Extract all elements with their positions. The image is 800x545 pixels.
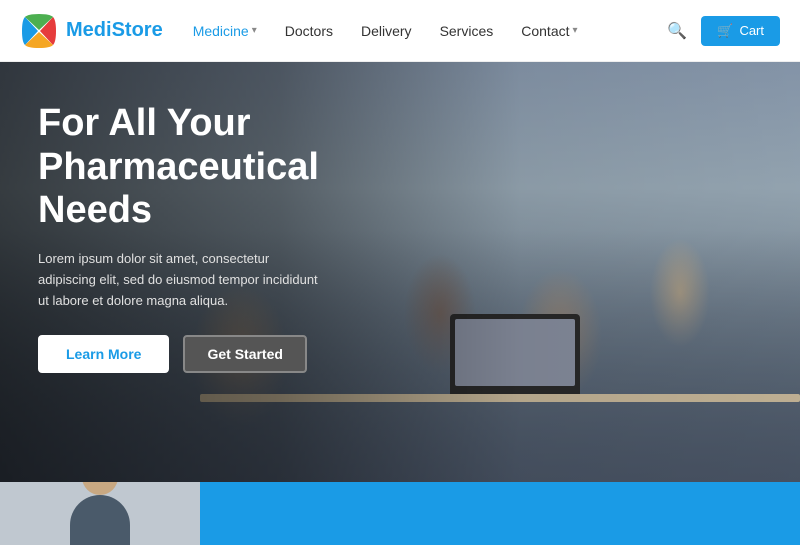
logo-link[interactable]: MediStore xyxy=(20,12,163,50)
nav-item-doctors[interactable]: Doctors xyxy=(285,23,333,39)
person-figure xyxy=(55,482,145,545)
nav-item-delivery[interactable]: Delivery xyxy=(361,23,412,39)
logo-part1: Medi xyxy=(66,19,112,41)
hero-content: For All Your Pharmaceutical Needs Lorem … xyxy=(38,102,368,373)
cart-label: Cart xyxy=(739,23,764,38)
search-button[interactable]: 🔍 xyxy=(667,21,687,41)
bottom-preview-section xyxy=(0,482,800,545)
learn-more-button[interactable]: Learn More xyxy=(38,335,169,373)
cart-button[interactable]: 🛒 Cart xyxy=(701,16,780,46)
nav-label-services: Services xyxy=(440,23,494,39)
nav-item-contact[interactable]: Contact ▾ xyxy=(521,23,577,39)
search-icon: 🔍 xyxy=(667,23,687,40)
chevron-down-icon-contact: ▾ xyxy=(573,25,578,36)
logo-part2: Store xyxy=(112,19,163,41)
nav-item-services[interactable]: Services xyxy=(440,23,494,39)
logo-icon xyxy=(20,12,58,50)
hero-description: Lorem ipsum dolor sit amet, consectetur … xyxy=(38,249,328,311)
hero-section: For All Your Pharmaceutical Needs Lorem … xyxy=(0,62,800,482)
nav-label-contact: Contact xyxy=(521,23,569,39)
nav-label-doctors: Doctors xyxy=(285,23,333,39)
nav-label-delivery: Delivery xyxy=(361,23,412,39)
site-header: MediStore Medicine ▾ Doctors Delivery Se… xyxy=(0,0,800,62)
bottom-blue-area xyxy=(200,482,800,545)
person-head xyxy=(82,482,118,495)
nav-label-medicine: Medicine xyxy=(193,23,249,39)
main-nav: Medicine ▾ Doctors Delivery Services Con… xyxy=(193,23,668,39)
hero-buttons: Learn More Get Started xyxy=(38,335,368,373)
logo-text: MediStore xyxy=(66,19,163,42)
cart-icon: 🛒 xyxy=(717,23,733,39)
chevron-down-icon: ▾ xyxy=(252,25,257,36)
nav-item-medicine[interactable]: Medicine ▾ xyxy=(193,23,257,39)
bottom-photo-area xyxy=(0,482,200,545)
person-body xyxy=(70,495,130,545)
get-started-button[interactable]: Get Started xyxy=(183,335,306,373)
hero-title: For All Your Pharmaceutical Needs xyxy=(38,102,368,233)
header-actions: 🔍 🛒 Cart xyxy=(667,16,780,46)
